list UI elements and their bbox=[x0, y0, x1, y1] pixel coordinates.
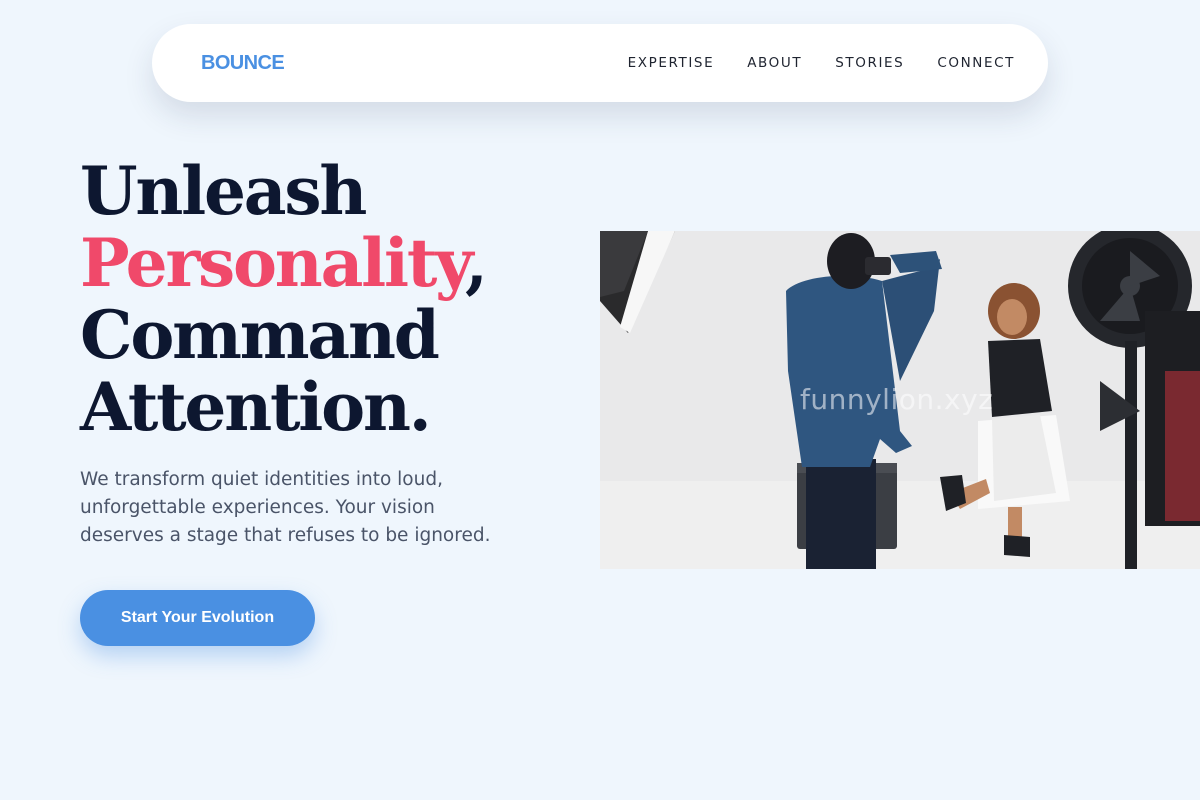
hero-title-line-4: Attention. bbox=[80, 368, 432, 446]
nav-link-stories[interactable]: STORIES bbox=[835, 55, 904, 71]
hero-title-line-1: Unleash bbox=[80, 152, 367, 230]
nav-link-about[interactable]: ABOUT bbox=[747, 55, 802, 71]
hero-description: We transform quiet identities into loud,… bbox=[80, 469, 491, 546]
hero-title-comma: , bbox=[465, 224, 488, 302]
hero-photo: funnylion.xyz bbox=[600, 231, 1200, 569]
hero-title-accent: Personality bbox=[80, 224, 467, 302]
hero-title: Unleash Personality, Command Attention. bbox=[80, 152, 488, 446]
top-nav: BOUNCE EXPERTISE ABOUT STORIES CONNECT bbox=[152, 24, 1048, 102]
nav-link-connect[interactable]: CONNECT bbox=[937, 55, 1015, 71]
brand-logo[interactable]: BOUNCE bbox=[201, 52, 285, 75]
hero-title-line-3: Command bbox=[80, 296, 440, 374]
start-evolution-button[interactable]: Start Your Evolution bbox=[80, 590, 315, 646]
nav-link-expertise[interactable]: EXPERTISE bbox=[628, 55, 715, 71]
photo-watermark: funnylion.xyz bbox=[800, 383, 994, 416]
nav-links: EXPERTISE ABOUT STORIES CONNECT bbox=[628, 55, 1015, 71]
hero-title-line-2: Personality, bbox=[80, 224, 488, 302]
